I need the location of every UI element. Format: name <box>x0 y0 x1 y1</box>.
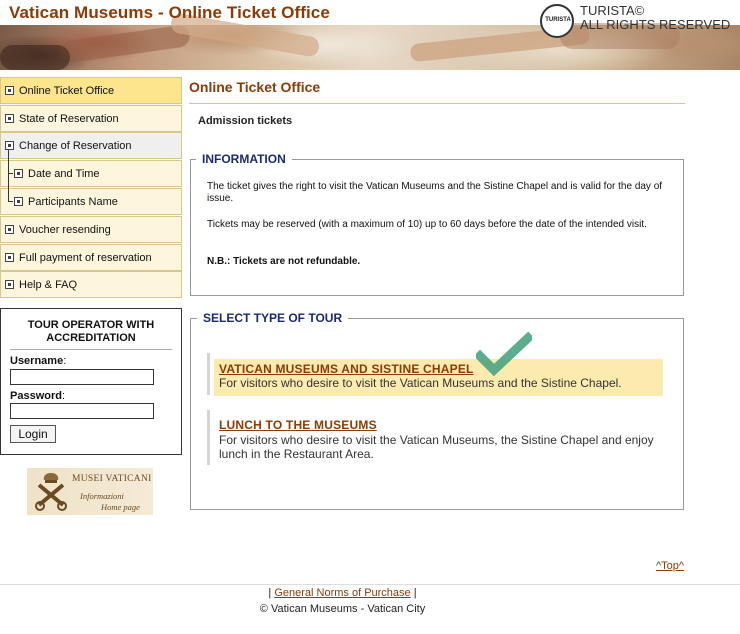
sidebar-item-label: Participants Name <box>28 196 118 208</box>
footer-links: | General Norms of Purchase | <box>0 587 685 599</box>
nav-square-icon <box>5 253 14 262</box>
footer-divider <box>0 584 740 585</box>
footer-sep: | <box>410 587 417 599</box>
info-paragraph-1: The ticket gives the right to visit the … <box>207 181 663 204</box>
nav-square-icon <box>5 225 14 234</box>
tree-connector <box>8 173 13 174</box>
password-input[interactable] <box>10 403 154 419</box>
nav-square-icon <box>5 141 14 150</box>
nav-square-icon <box>14 169 23 178</box>
nav-square-icon <box>5 86 14 95</box>
sidebar-item-label: Full payment of reservation <box>19 252 152 264</box>
sidebar-item-label: Voucher resending <box>19 224 111 236</box>
username-label: Username: <box>10 355 67 367</box>
tour-type-legend: SELECT TYPE OF TOUR <box>197 311 349 325</box>
sidebar-item-full-payment[interactable]: Full payment of reservation <box>0 244 182 271</box>
sidebar-item-label: Help & FAQ <box>19 279 78 291</box>
tour-type-box <box>190 318 684 510</box>
checkmark-icon <box>476 332 532 376</box>
sidebar-item-label: Online Ticket Office <box>19 85 115 97</box>
admission-tickets-subtitle: Admission tickets <box>198 115 293 127</box>
brand-line-2: ALL RIGHTS RESERVED <box>580 17 731 32</box>
musei-banner-line3: Home page <box>101 502 140 512</box>
login-button[interactable]: Login <box>10 425 56 443</box>
nav-square-icon <box>14 197 23 206</box>
tree-connector <box>8 201 13 202</box>
back-to-top-link[interactable]: ^Top^ <box>656 560 684 572</box>
tour-option-bar <box>207 353 212 395</box>
turista-logo-text: TURISTA <box>545 17 571 23</box>
tour-link-vatican-sistine[interactable]: VATICAN MUSEUMS AND SISTINE CHAPEL <box>219 362 474 376</box>
info-non-refundable: N.B.: Tickets are not refundable. <box>207 256 361 267</box>
musei-banner-line2: Informazioni <box>80 491 124 501</box>
sidebar-item-date-and-time[interactable]: Date and Time <box>0 160 182 187</box>
nav-square-icon <box>5 280 14 289</box>
sidebar-item-label: State of Reservation <box>19 113 119 125</box>
tour-option-bar <box>207 410 212 465</box>
sidebar-item-change-of-reservation[interactable]: Change of Reservation <box>0 132 182 159</box>
vatican-crest-icon <box>35 473 67 511</box>
musei-banner-line1: MUSEI VATICANI <box>72 474 152 484</box>
tour-link-lunch[interactable]: LUNCH TO THE MUSEUMS <box>219 418 377 432</box>
sidebar-item-help-faq[interactable]: Help & FAQ <box>0 271 182 298</box>
page-title: Online Ticket Office <box>189 79 321 95</box>
brand-copyright: TURISTA© ALL RIGHTS RESERVED <box>580 4 730 32</box>
tour-desc-lunch: For visitors who desire to visit the Vat… <box>219 433 654 461</box>
sidebar-item-participants-name[interactable]: Participants Name <box>0 188 182 215</box>
tree-connector <box>8 150 9 201</box>
sidebar-item-label: Date and Time <box>28 168 100 180</box>
divider <box>10 349 172 350</box>
sidebar-item-voucher-resending[interactable]: Voucher resending <box>0 216 182 243</box>
password-label: Password: <box>10 390 66 402</box>
sidebar-item-online-ticket-office[interactable]: Online Ticket Office <box>0 77 182 104</box>
footer-copyright: © Vatican Museums - Vatican City <box>259 603 426 615</box>
site-title: Vatican Museums - Online Ticket Office <box>9 3 330 22</box>
brand-line-1: TURISTA© <box>580 3 645 18</box>
information-legend: INFORMATION <box>196 152 292 166</box>
sidebar-item-state-of-reservation[interactable]: State of Reservation <box>0 105 182 132</box>
username-input[interactable] <box>10 369 154 385</box>
tour-desc-vatican-sistine: For visitors who desire to visit the Vat… <box>219 376 622 390</box>
tour-operator-title: TOUR OPERATOR WITH ACCREDITATION <box>27 319 155 344</box>
sidebar-item-label: Change of Reservation <box>19 140 132 152</box>
header: Vatican Museums - Online Ticket Office T… <box>0 0 740 70</box>
info-paragraph-2: Tickets may be reserved (with a maximum … <box>207 219 647 230</box>
nav-square-icon <box>5 114 14 123</box>
general-norms-link[interactable]: General Norms of Purchase <box>274 587 410 599</box>
